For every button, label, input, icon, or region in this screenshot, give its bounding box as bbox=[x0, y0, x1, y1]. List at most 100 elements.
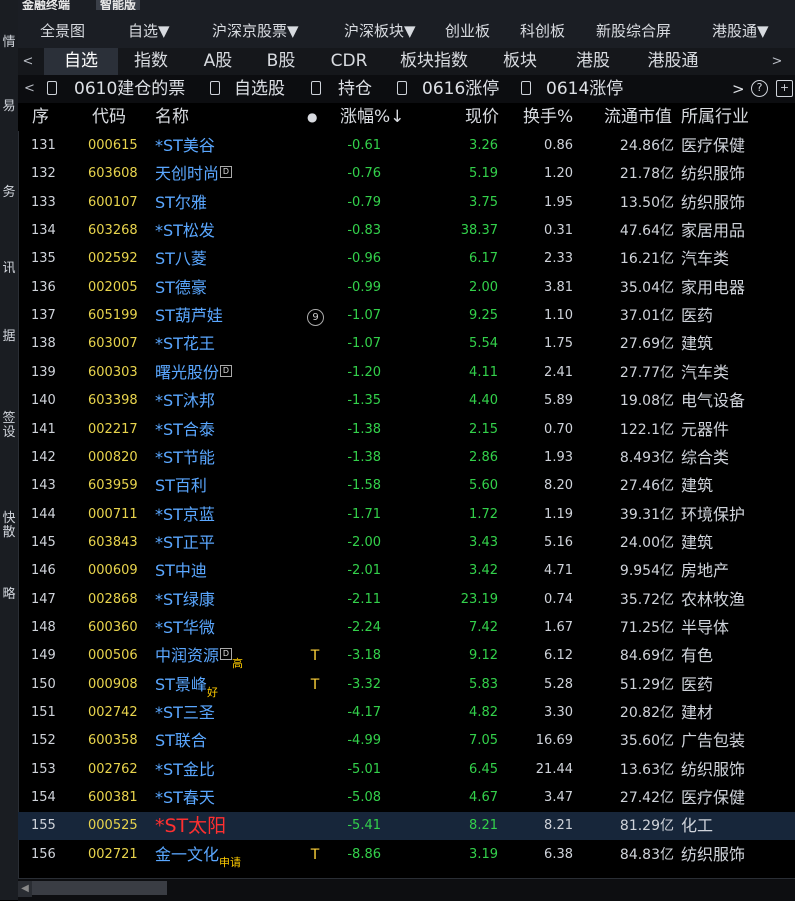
stock-name[interactable]: *ST花王 bbox=[155, 330, 215, 358]
help-icon[interactable]: ? bbox=[751, 80, 768, 97]
tab-4[interactable]: CDR bbox=[316, 48, 382, 75]
menu-item-7[interactable]: 港股通▼ bbox=[712, 20, 769, 41]
table-row[interactable]: 134 603268 -0.83 38.37 0.31 47.64亿 家居用品 *ST松发 bbox=[18, 217, 795, 245]
sidebar-item-0[interactable]: 情 bbox=[0, 36, 18, 50]
table-row[interactable]: 151 002742 -4.17 4.82 3.30 20.82亿 建材 *ST三圣 bbox=[18, 699, 795, 727]
tab-1[interactable]: 指数 bbox=[118, 48, 184, 75]
tabs-left-arrow-icon[interactable]: < bbox=[18, 48, 38, 75]
menu-item-5[interactable]: 科创板 bbox=[520, 20, 565, 41]
tab-7[interactable]: 港股 bbox=[556, 48, 630, 75]
table-row[interactable]: 156 002721 -8.86 3.19 6.38 84.83亿 纺织服饰 金一文化申请 T bbox=[18, 841, 795, 869]
group-tab-0616[interactable]: 0616涨停 bbox=[422, 75, 499, 103]
add-group-icon[interactable]: + bbox=[776, 80, 793, 97]
stock-name[interactable]: *ST沐邦 bbox=[155, 387, 215, 415]
stock-name[interactable]: *ST松发 bbox=[155, 217, 215, 245]
menu-item-4[interactable]: 创业板 bbox=[445, 20, 490, 41]
col-change[interactable]: 涨幅%↓ bbox=[340, 103, 404, 131]
table-row[interactable]: 138 603007 -1.07 5.54 1.75 27.69亿 建筑 *ST花王 bbox=[18, 330, 795, 358]
tab-5[interactable]: 板块指数 bbox=[384, 48, 484, 75]
horizontal-scrollbar[interactable]: ◀ bbox=[18, 878, 795, 901]
group-tab-0610[interactable]: 0610建仓的票 bbox=[74, 75, 185, 103]
col-price[interactable]: 现价 bbox=[465, 103, 499, 131]
sidebar-item-2[interactable]: 务 bbox=[0, 186, 18, 200]
sidebar-item-7[interactable]: 略 bbox=[0, 588, 18, 602]
table-row[interactable]: 150 000908 -3.32 5.83 5.28 51.29亿 医药 ST景峰好 T bbox=[18, 671, 795, 699]
col-turnover[interactable]: 换手% bbox=[523, 103, 573, 131]
stock-name[interactable]: 金一文化申请 bbox=[155, 841, 241, 869]
table-row[interactable]: 135 002592 -0.96 6.17 2.33 16.21亿 汽车类 ST八菱 bbox=[18, 245, 795, 273]
menu-item-6[interactable]: 新股综合屏 bbox=[596, 20, 671, 41]
col-name[interactable]: 名称 bbox=[155, 103, 189, 131]
table-row[interactable]: 142 000820 -1.38 2.86 1.93 8.493亿 综合类 *ST节能 bbox=[18, 444, 795, 472]
sidebar-item-6[interactable]: 快散 bbox=[0, 512, 18, 540]
tab-0[interactable]: 自选 bbox=[44, 48, 118, 75]
stock-name[interactable]: *ST金比 bbox=[155, 756, 215, 784]
stock-name[interactable]: *ST春天 bbox=[155, 784, 215, 812]
stock-name[interactable]: 天创时尚 D bbox=[155, 160, 233, 188]
table-row[interactable]: 152 600358 -4.99 7.05 16.69 35.60亿 广告包装 ST联合 bbox=[18, 727, 795, 755]
stock-name[interactable]: *ST合泰 bbox=[155, 416, 215, 444]
group-tab-watchlist[interactable]: 自选股 bbox=[234, 75, 285, 103]
group-tab-0614[interactable]: 0614涨停 bbox=[546, 75, 623, 103]
table-row[interactable]: 131 000615 -0.61 3.26 0.86 24.86亿 医疗保健 *ST美谷 bbox=[18, 132, 795, 160]
table-row[interactable]: 140 603398 -1.35 4.40 5.89 19.08亿 电气设备 *ST沐邦 bbox=[18, 387, 795, 415]
table-row[interactable]: 132 603608 -0.76 5.19 1.20 21.78亿 纺织服饰 天创时尚 D bbox=[18, 160, 795, 188]
col-market-cap[interactable]: 流通市值 bbox=[604, 103, 672, 131]
stock-name[interactable]: ST中迪 bbox=[155, 557, 207, 585]
col-code[interactable]: 代码 bbox=[92, 103, 126, 131]
table-row[interactable]: 145 603843 -2.00 3.43 5.16 24.00亿 建筑 *ST正平 bbox=[18, 529, 795, 557]
table-row[interactable]: 148 600360 -2.24 7.42 1.67 71.25亿 半导体 *ST华微 bbox=[18, 614, 795, 642]
menu-item-0[interactable]: 全景图 bbox=[40, 20, 85, 41]
table-row[interactable]: 141 002217 -1.38 2.15 0.70 122.1亿 元器件 *ST合泰 bbox=[18, 416, 795, 444]
stock-name[interactable]: *ST太阳 bbox=[155, 812, 226, 840]
stock-name[interactable]: ST八菱 bbox=[155, 245, 207, 273]
col-seq[interactable]: 序 bbox=[32, 103, 49, 131]
stock-name[interactable]: *ST三圣 bbox=[155, 699, 215, 727]
stock-name[interactable]: ST葫芦娃 bbox=[155, 302, 223, 330]
menu-item-1[interactable]: 自选▼ bbox=[128, 20, 170, 41]
sidebar-item-1[interactable]: 易 bbox=[0, 100, 18, 114]
table-row[interactable]: 136 002005 -0.99 2.00 3.81 35.04亿 家用电器 ST德豪 bbox=[18, 274, 795, 302]
menu-item-3[interactable]: 沪深板块▼ bbox=[344, 20, 416, 41]
table-row[interactable]: 133 600107 -0.79 3.75 1.95 13.50亿 纺织服饰 ST尔雅 bbox=[18, 189, 795, 217]
table-row[interactable]: 155 000525 -5.41 8.21 8.21 81.29亿 化工 *ST太阳 bbox=[18, 812, 795, 841]
stock-name[interactable]: *ST节能 bbox=[155, 444, 215, 472]
more-arrow-icon[interactable]: > bbox=[732, 75, 745, 103]
stock-name[interactable]: ST联合 bbox=[155, 727, 207, 755]
stock-name[interactable]: *ST绿康 bbox=[155, 586, 215, 614]
stock-name[interactable]: ST百利 bbox=[155, 472, 207, 500]
table-row[interactable]: 149 000506 -3.18 9.12 6.12 84.69亿 有色 中润资源 D高 T bbox=[18, 642, 795, 670]
sidebar-item-5[interactable]: 签设 bbox=[0, 412, 18, 440]
sub-left-arrow-icon[interactable]: < bbox=[24, 75, 35, 103]
table-row[interactable]: 137 605199 -1.07 9.25 1.10 37.01亿 医药 ST葫芦娃 9 bbox=[18, 302, 795, 330]
col-industry[interactable]: 所属行业 bbox=[681, 103, 749, 131]
table-row[interactable]: 153 002762 -5.01 6.45 21.44 13.63亿 纺织服饰 *ST金比 bbox=[18, 756, 795, 784]
stock-name[interactable]: *ST美谷 bbox=[155, 132, 215, 160]
stock-name[interactable]: 中润资源 D高 bbox=[155, 642, 243, 670]
table-row[interactable]: 144 000711 -1.71 1.72 1.19 39.31亿 环境保护 *ST京蓝 bbox=[18, 501, 795, 529]
table-row[interactable]: 143 603959 -1.58 5.60 8.20 27.46亿 建筑 ST百利 bbox=[18, 472, 795, 500]
menu-item-2[interactable]: 沪深京股票▼ bbox=[212, 20, 299, 41]
tab-2[interactable]: A股 bbox=[188, 48, 248, 75]
group-tab-holdings[interactable]: 持仓 bbox=[338, 75, 372, 103]
tab-8[interactable]: 港股通 bbox=[632, 48, 714, 75]
table-row[interactable]: 154 600381 -5.08 4.67 3.47 27.42亿 医疗保健 *ST春天 bbox=[18, 784, 795, 812]
sidebar-item-3[interactable]: 讯 bbox=[0, 262, 18, 276]
stock-name[interactable]: ST德豪 bbox=[155, 274, 207, 302]
table-row[interactable]: 146 000609 -2.01 3.42 4.71 9.954亿 房地产 ST中迪 bbox=[18, 557, 795, 585]
stock-name[interactable]: *ST华微 bbox=[155, 614, 215, 642]
col-dot[interactable]: ● bbox=[307, 103, 317, 131]
stock-name[interactable]: *ST正平 bbox=[155, 529, 215, 557]
scroll-left-icon[interactable]: ◀ bbox=[18, 881, 32, 897]
stock-name[interactable]: *ST京蓝 bbox=[155, 501, 215, 529]
tab-6[interactable]: 板块 bbox=[488, 48, 552, 75]
scroll-thumb[interactable] bbox=[32, 881, 167, 895]
stock-name[interactable]: ST景峰好 bbox=[155, 671, 218, 699]
tabs-right-arrow-icon[interactable]: > bbox=[767, 48, 787, 75]
sidebar-item-4[interactable]: 据 bbox=[0, 330, 18, 344]
stock-name[interactable]: 曙光股份 D bbox=[155, 359, 233, 387]
tab-3[interactable]: B股 bbox=[250, 48, 312, 75]
stock-name[interactable]: ST尔雅 bbox=[155, 189, 207, 217]
table-row[interactable]: 147 002868 -2.11 23.19 0.74 35.72亿 农林牧渔 *ST绿康 bbox=[18, 586, 795, 614]
table-row[interactable]: 139 600303 -1.20 4.11 2.41 27.77亿 汽车类 曙光股份 D bbox=[18, 359, 795, 387]
